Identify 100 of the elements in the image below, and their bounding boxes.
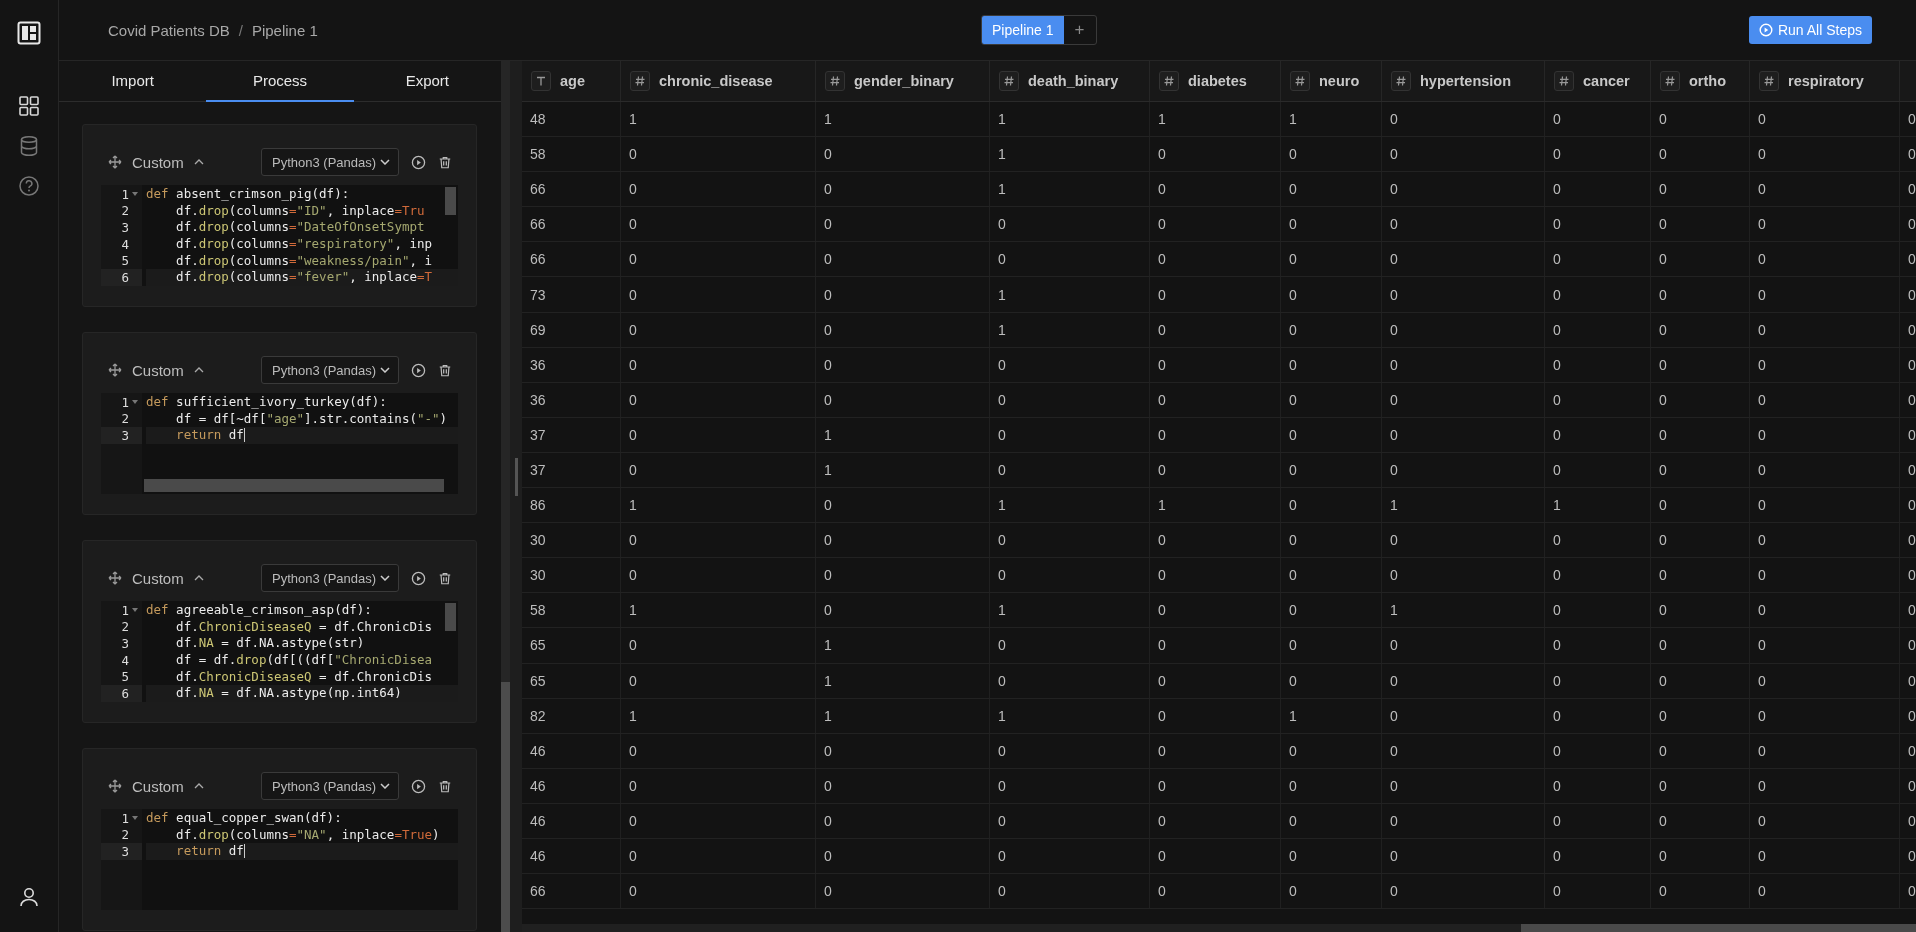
grid-icon[interactable] (18, 95, 40, 117)
fold-icon[interactable] (132, 816, 138, 821)
table-cell: 0 (1289, 497, 1297, 514)
table-cell: 0 (1758, 777, 1766, 794)
column-header[interactable]: death_binary (1028, 73, 1119, 89)
table-cell: 0 (824, 391, 832, 408)
move-icon[interactable] (108, 571, 122, 585)
move-icon[interactable] (108, 155, 122, 169)
caret-icon[interactable] (193, 575, 204, 581)
table-cell: 0 (824, 883, 832, 900)
table-cell: 0 (1908, 707, 1916, 724)
code-line: df.NA = df.NA.astype(str) (175, 635, 365, 652)
fold-icon[interactable] (132, 400, 138, 405)
code-line: df.drop(columns="respiratory", inp (175, 236, 433, 253)
table-cell: 0 (1289, 883, 1297, 900)
column-header[interactable]: gender_binary (854, 73, 954, 89)
user-icon[interactable] (18, 886, 40, 908)
column-header[interactable]: age (560, 73, 585, 89)
table-cell: 0 (1553, 391, 1561, 408)
caret-icon[interactable] (193, 367, 204, 373)
table-cell: 0 (1659, 111, 1667, 128)
step-title: Custom (132, 569, 184, 587)
table-cell: 0 (1289, 848, 1297, 864)
breadcrumb-link[interactable]: Pipeline 1 (251, 21, 318, 39)
scrollbar[interactable] (445, 187, 456, 215)
run-icon[interactable] (411, 778, 426, 794)
code-editor[interactable]: 1 2 3 def sufficient_ivory_turkey(df): df = df[~df["age"].str.contains("-") return df (101, 393, 458, 494)
trash-icon[interactable] (438, 778, 452, 794)
fold-icon[interactable] (132, 608, 138, 613)
scrollbar[interactable] (445, 603, 456, 631)
table-cell: 1 (629, 602, 637, 619)
help-icon[interactable] (18, 175, 40, 197)
breadcrumb-link[interactable]: Covid Patients DB (108, 21, 230, 39)
table-cell: 0 (1908, 883, 1916, 900)
table-cell: 0 (629, 883, 637, 900)
code-line: df.ChronicDiseaseQ = df.ChronicDis (175, 618, 432, 635)
table-cell: 0 (998, 391, 1006, 408)
language-select[interactable]: Python3 (Pandas) (261, 564, 399, 592)
move-icon[interactable] (108, 363, 122, 377)
code-line: def absent_crimson_pig(df): (146, 186, 350, 203)
table-cell: 0 (1289, 216, 1297, 233)
code-editor[interactable]: 1 2 3 def equal_copper_swan(df): df.drop(columns="NA", inplace=True) return df (101, 809, 458, 910)
line-number: 6 (121, 269, 129, 285)
table-cell: 0 (629, 146, 637, 163)
table-cell: 0 (824, 497, 832, 514)
move-icon[interactable] (108, 779, 122, 793)
table-cell: 0 (1758, 707, 1766, 724)
panel-tab[interactable]: Process (206, 61, 354, 102)
table-cell: 0 (629, 567, 637, 584)
run-icon[interactable] (411, 570, 426, 586)
table-cell: 0 (629, 321, 637, 338)
column-header[interactable]: cancer (1583, 73, 1630, 89)
scrollbar[interactable] (501, 682, 510, 932)
table-cell: 0 (1758, 812, 1766, 829)
table-cell: 73 (530, 286, 546, 303)
column-header[interactable]: chronic_disease (659, 73, 773, 89)
caret-icon[interactable] (193, 159, 204, 165)
table-cell: 0 (1158, 812, 1166, 829)
fold-icon[interactable] (132, 192, 138, 197)
table-cell: 0 (1553, 146, 1561, 163)
code-line: def equal_copper_swan(df): (146, 810, 342, 827)
table-cell: 0 (1158, 146, 1166, 163)
language-select[interactable]: Python3 (Pandas) (261, 356, 399, 384)
table-cell: 0 (1758, 532, 1766, 549)
code-line: def sufficient_ivory_turkey(df): (146, 394, 387, 411)
table-cell: 1 (998, 497, 1006, 514)
run-icon[interactable] (411, 154, 426, 170)
line-number: 1 (121, 602, 129, 618)
table-cell: 1 (629, 111, 637, 128)
column-header[interactable]: hypertension (1420, 73, 1512, 89)
trash-icon[interactable] (438, 570, 452, 586)
chevron-icon (380, 783, 390, 789)
trash-icon[interactable] (438, 362, 452, 378)
table-cell: 36 (530, 356, 546, 373)
column-header[interactable]: diabetes (1188, 73, 1247, 89)
scrollbar[interactable] (144, 479, 444, 492)
table-cell: 0 (1289, 146, 1297, 163)
run-icon[interactable] (411, 362, 426, 378)
resize-handle[interactable] (514, 457, 518, 496)
add-pipeline-button[interactable]: + (1063, 16, 1096, 44)
column-header[interactable]: neuro (1319, 73, 1360, 89)
code-editor[interactable] (101, 601, 458, 702)
column-header[interactable]: respiratory (1788, 73, 1864, 89)
column-header[interactable]: ortho (1689, 73, 1727, 89)
table-cell: 0 (1289, 391, 1297, 408)
table-cell: 0 (824, 742, 832, 759)
panel-tab[interactable]: Import (59, 61, 207, 102)
table-cell: 0 (998, 742, 1006, 759)
panel-tab[interactable]: Export (353, 61, 501, 102)
caret-icon[interactable] (193, 783, 204, 789)
database-icon[interactable] (18, 135, 40, 157)
table-cell: 1 (1289, 111, 1297, 128)
language-select[interactable]: Python3 (Pandas) (261, 148, 399, 176)
code-editor[interactable] (101, 185, 458, 286)
trash-icon[interactable] (438, 154, 452, 170)
table-cell: 0 (1659, 497, 1667, 514)
language-select[interactable]: Python3 (Pandas) (261, 772, 399, 800)
scrollbar[interactable] (1521, 924, 1916, 932)
step-title: Custom (132, 777, 184, 795)
table-cell: 0 (1659, 637, 1667, 654)
